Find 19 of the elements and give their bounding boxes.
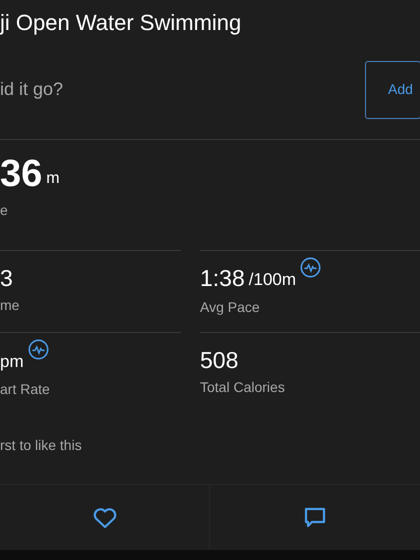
stat-unit: pm — [0, 351, 24, 373]
heart-icon — [92, 506, 116, 528]
stat-label: me — [0, 296, 20, 315]
notes-prompt: id it go? — [0, 78, 64, 101]
distance-unit: m — [46, 169, 60, 189]
distance-value: 36 — [0, 152, 42, 196]
comment-icon — [304, 506, 326, 528]
stat-label: art Rate — [0, 380, 51, 399]
stat-value: 1:38 — [200, 264, 245, 293]
stat-value: 3 — [0, 264, 13, 293]
distance-label: e — [0, 201, 9, 220]
likes-text: rst to like this — [0, 436, 82, 454]
stat-value: 508 — [200, 346, 238, 375]
stat-label: Avg Pace — [200, 298, 261, 317]
activity-chart-icon[interactable] — [300, 257, 322, 278]
activity-chart-icon[interactable] — [28, 339, 49, 360]
stat-label: Total Calories — [200, 378, 286, 397]
stat-unit: /100m — [248, 269, 296, 291]
add-notes-button[interactable]: Add — [365, 60, 420, 118]
